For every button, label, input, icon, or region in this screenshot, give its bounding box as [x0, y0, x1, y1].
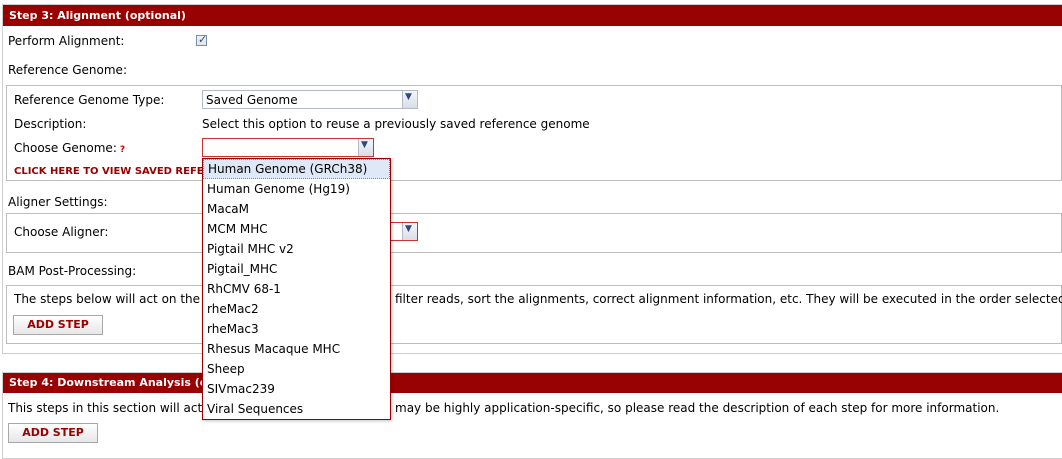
- view-saved-genomes-link[interactable]: CLICK HERE TO VIEW SAVED REFERE: [14, 166, 218, 177]
- choose-genome-select[interactable]: ▼: [202, 138, 374, 157]
- ref-type-select[interactable]: Saved Genome ▼: [202, 90, 418, 109]
- choose-genome-label: Choose Genome:?: [14, 141, 125, 155]
- bam-add-step-button[interactable]: ADD STEP: [13, 315, 103, 335]
- genome-option[interactable]: Sheep: [203, 359, 390, 379]
- bam-post-label: BAM Post-Processing:: [8, 264, 137, 278]
- step3-header: Step 3: Alignment (optional): [3, 5, 1062, 26]
- genome-option[interactable]: MacaM: [203, 199, 390, 219]
- genome-option[interactable]: Human Genome (GRCh38): [203, 159, 390, 179]
- genome-option[interactable]: Rhesus Macaque MHC: [203, 339, 390, 359]
- ref-type-trigger[interactable]: ▼: [402, 91, 417, 108]
- genome-dropdown-list[interactable]: Human Genome (GRCh38) Human Genome (Hg19…: [202, 158, 391, 420]
- chevron-down-icon: ▼: [405, 92, 412, 102]
- genome-option[interactable]: SIVmac239: [203, 379, 390, 399]
- aligner-fieldset: [6, 213, 1062, 253]
- step4-add-step-button[interactable]: ADD STEP: [8, 423, 98, 443]
- genome-option[interactable]: Pigtail_MHC: [203, 259, 390, 279]
- step4-text-left: This steps in this section will act o: [8, 401, 214, 415]
- genome-option[interactable]: rheMac2: [203, 299, 390, 319]
- ref-type-label: Reference Genome Type:: [14, 93, 165, 107]
- perform-alignment-checkbox[interactable]: ✓: [196, 33, 208, 46]
- step4-text-right: may be highly application-specific, so p…: [395, 401, 1000, 415]
- choose-genome-label-text: Choose Genome:: [14, 141, 117, 155]
- genome-option[interactable]: Human Genome (Hg19): [203, 179, 390, 199]
- description-label: Description:: [14, 117, 87, 131]
- chevron-down-icon: ▼: [361, 140, 368, 150]
- chevron-down-icon: ▼: [405, 224, 412, 234]
- bam-post-text-right: filter reads, sort the alignments, corre…: [395, 292, 1062, 306]
- genome-option[interactable]: RhCMV 68-1: [203, 279, 390, 299]
- genome-option[interactable]: rheMac3: [203, 319, 390, 339]
- choose-aligner-trigger[interactable]: ▼: [402, 223, 417, 240]
- description-value: Select this option to reuse a previously…: [202, 117, 590, 131]
- ref-type-value: Saved Genome: [206, 93, 298, 107]
- step4-header: Step 4: Downstream Analysis (opti: [3, 373, 1062, 393]
- checkmark-icon: ✓: [198, 33, 208, 46]
- choose-genome-trigger[interactable]: ▼: [358, 139, 373, 156]
- step4-panel: Step 4: Downstream Analysis (opti: [2, 372, 1062, 459]
- choose-aligner-label: Choose Aligner:: [14, 225, 109, 239]
- perform-alignment-label: Perform Alignment:: [8, 34, 125, 48]
- help-icon[interactable]: ?: [120, 145, 125, 155]
- genome-option[interactable]: Pigtail MHC v2: [203, 239, 390, 259]
- aligner-settings-label: Aligner Settings:: [8, 195, 108, 209]
- genome-option[interactable]: Viral Sequences: [203, 399, 390, 419]
- reference-genome-label: Reference Genome:: [8, 63, 127, 77]
- bam-post-text-left: The steps below will act on the B: [14, 292, 213, 306]
- genome-option[interactable]: MCM MHC: [203, 219, 390, 239]
